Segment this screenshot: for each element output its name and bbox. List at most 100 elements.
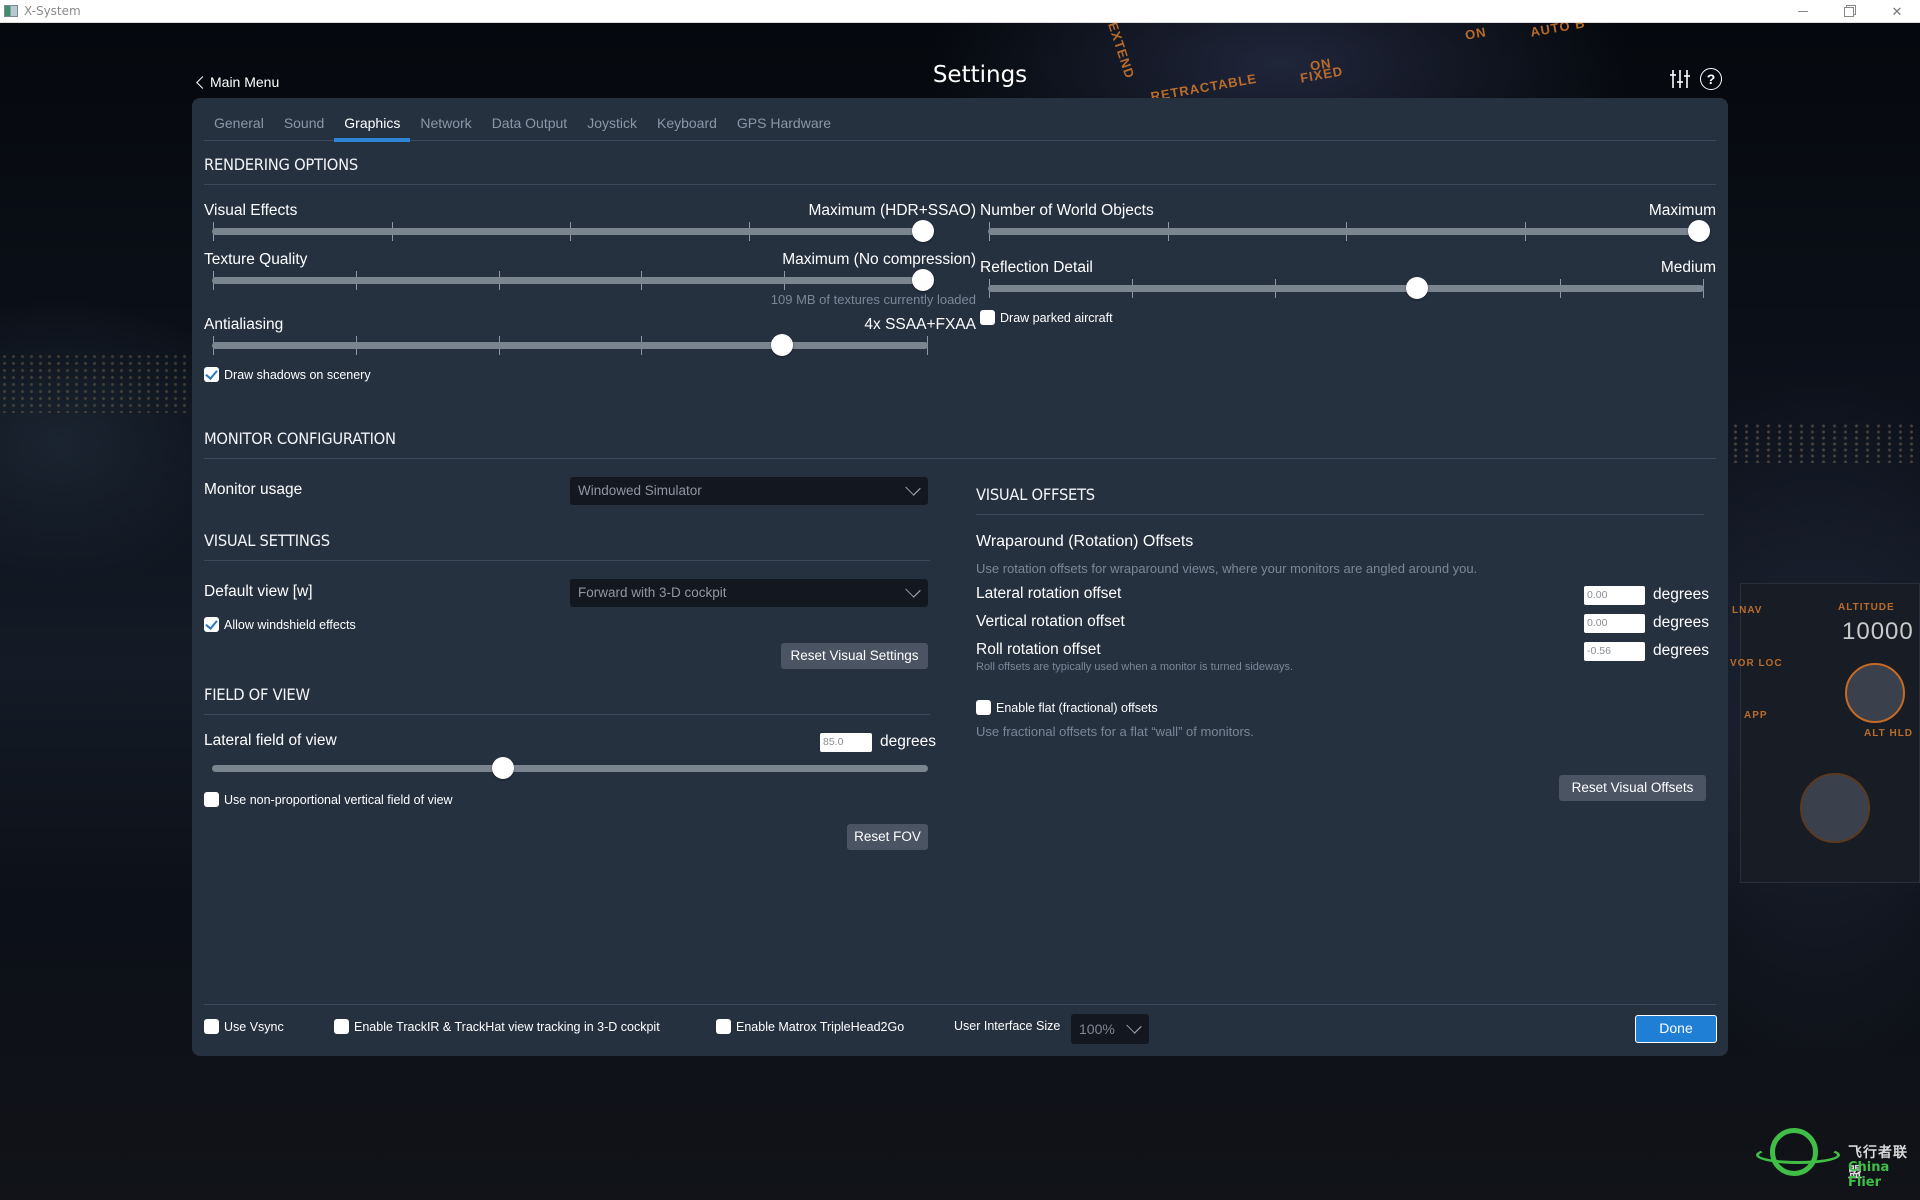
- bg-knob: [1800, 773, 1870, 843]
- texture-memory-note: 109 MB of textures currently loaded: [770, 292, 976, 307]
- slider-track[interactable]: [212, 228, 928, 235]
- watermark-en-text: China Flier: [1848, 1160, 1890, 1190]
- trackir-checkbox[interactable]: Enable TrackIR & TrackHat view tracking …: [334, 1019, 660, 1034]
- checkbox-box[interactable]: [980, 310, 995, 325]
- minimize-button[interactable]: [1780, 0, 1826, 23]
- back-label: Main Menu: [210, 74, 280, 90]
- draw-parked-aircraft-checkbox[interactable]: Draw parked aircraft: [980, 310, 1113, 325]
- degrees-unit: degrees: [1653, 586, 1710, 603]
- checkbox-label: Allow windshield effects: [224, 617, 356, 632]
- tab-data-output[interactable]: Data Output: [482, 98, 578, 141]
- section-divider: [976, 514, 1704, 515]
- tab-network[interactable]: Network: [410, 98, 481, 141]
- world-objects-slider[interactable]: [988, 220, 1710, 242]
- slider-knob[interactable]: [491, 757, 514, 779]
- draw-shadows-checkbox[interactable]: Draw shadows on scenery: [204, 367, 371, 382]
- chevron-down-icon: [905, 582, 921, 598]
- city-lights-left: [0, 353, 200, 413]
- help-icon[interactable]: ?: [1700, 68, 1722, 90]
- slider-track[interactable]: [212, 277, 928, 284]
- tab-sound[interactable]: Sound: [274, 98, 334, 141]
- bg-label: APP: [1744, 710, 1768, 721]
- default-view-dropdown[interactable]: Forward with 3-D cockpit: [570, 579, 928, 607]
- tab-graphics[interactable]: Graphics: [334, 98, 411, 142]
- checkbox-label: Draw parked aircraft: [1000, 310, 1113, 325]
- checkbox-label: Draw shadows on scenery: [224, 367, 371, 382]
- slider-track[interactable]: [212, 342, 928, 349]
- done-button[interactable]: Done: [1635, 1015, 1717, 1043]
- checkbox-box[interactable]: [204, 1019, 219, 1034]
- tab-gps-hardware[interactable]: GPS Hardware: [727, 98, 841, 141]
- visual-offsets-heading: VISUAL OFFSETS: [976, 485, 1095, 504]
- reset-fov-button[interactable]: Reset FOV: [847, 824, 928, 850]
- windshield-effects-checkbox[interactable]: Allow windshield effects: [204, 617, 356, 632]
- maximize-button[interactable]: [1826, 0, 1872, 23]
- vertical-rotation-input[interactable]: 0.00: [1584, 614, 1645, 633]
- bg-knob: [1845, 663, 1905, 723]
- bg-label: ALT HLD: [1864, 728, 1914, 739]
- sliders-icon[interactable]: [1669, 68, 1691, 90]
- section-divider: [204, 714, 930, 715]
- checkbox-box[interactable]: [204, 367, 219, 382]
- bg-label: ON: [1463, 24, 1488, 43]
- flat-offsets-checkbox[interactable]: Enable flat (fractional) offsets: [976, 700, 1158, 715]
- main-menu-back-button[interactable]: Main Menu: [196, 72, 279, 92]
- checkbox-label: Use Vsync: [224, 1019, 284, 1034]
- checkbox-box[interactable]: [334, 1019, 349, 1034]
- lateral-rotation-input[interactable]: 0.00: [1584, 586, 1645, 605]
- visual-effects-slider[interactable]: [212, 220, 934, 242]
- vsync-checkbox[interactable]: Use Vsync: [204, 1019, 284, 1034]
- close-button[interactable]: ✕: [1874, 0, 1920, 23]
- slider-knob[interactable]: [1688, 220, 1710, 242]
- checkbox-box[interactable]: [976, 700, 991, 715]
- section-divider: [204, 560, 930, 561]
- chevron-down-icon: [905, 480, 921, 496]
- page-title: Settings: [932, 62, 1028, 88]
- degrees-unit: degrees: [880, 733, 937, 750]
- checkbox-box[interactable]: [204, 617, 219, 632]
- chevron-left-icon: [196, 75, 209, 89]
- default-view-label: Default view [w]: [204, 583, 313, 600]
- china-flier-watermark: 飞行者联盟 China Flier: [1756, 1126, 1916, 1190]
- tab-joystick[interactable]: Joystick: [577, 98, 647, 141]
- ui-size-dropdown[interactable]: 100%: [1071, 1014, 1149, 1044]
- checkbox-box[interactable]: [204, 792, 219, 807]
- checkbox-box[interactable]: [716, 1019, 731, 1034]
- bg-label: EXTEND: [1105, 23, 1138, 81]
- visual-effects-value: Maximum (HDR+SSAO): [808, 202, 976, 219]
- lateral-fov-input[interactable]: 85.0: [820, 733, 872, 752]
- reflection-detail-slider[interactable]: [988, 277, 1704, 299]
- texture-quality-value: Maximum (No compression): [782, 251, 976, 268]
- roll-rotation-input[interactable]: -0.56: [1584, 642, 1645, 661]
- slider-knob[interactable]: [912, 220, 934, 242]
- degrees-unit: degrees: [1653, 642, 1710, 659]
- monitor-usage-label: Monitor usage: [204, 481, 303, 498]
- slider-track[interactable]: [988, 228, 1704, 235]
- lateral-rotation-label: Lateral rotation offset: [976, 585, 1122, 602]
- settings-panel: General Sound Graphics Network Data Outp…: [192, 98, 1728, 1056]
- antialiasing-slider[interactable]: [212, 334, 928, 356]
- roll-rotation-label: Roll rotation offset: [976, 641, 1101, 658]
- checkbox-label: Enable TrackIR & TrackHat view tracking …: [354, 1019, 660, 1034]
- slider-track[interactable]: [988, 285, 1704, 292]
- non-proportional-fov-checkbox[interactable]: Use non-proportional vertical field of v…: [204, 792, 453, 807]
- reset-visual-offsets-button[interactable]: Reset Visual Offsets: [1559, 775, 1706, 801]
- antialiasing-value: 4x SSAA+FXAA: [864, 316, 976, 333]
- slider-track[interactable]: [212, 765, 928, 772]
- matrox-checkbox[interactable]: Enable Matrox TripleHead2Go: [716, 1019, 904, 1034]
- degrees-unit: degrees: [1653, 614, 1710, 631]
- slider-knob[interactable]: [912, 269, 934, 291]
- tab-general[interactable]: General: [204, 98, 274, 141]
- texture-quality-slider[interactable]: [212, 269, 934, 291]
- monitor-usage-dropdown[interactable]: Windowed Simulator: [570, 477, 928, 505]
- lateral-fov-slider[interactable]: [212, 757, 928, 779]
- slider-knob[interactable]: [770, 334, 793, 356]
- app-icon: [4, 5, 18, 17]
- reset-visual-settings-button[interactable]: Reset Visual Settings: [781, 643, 928, 669]
- watermark-orbit: [1756, 1146, 1840, 1164]
- antialiasing-label: Antialiasing: [204, 316, 284, 333]
- tab-keyboard[interactable]: Keyboard: [647, 98, 727, 141]
- world-objects-value: Maximum: [1648, 202, 1716, 219]
- dropdown-value: Windowed Simulator: [578, 483, 702, 498]
- slider-knob[interactable]: [1405, 277, 1428, 299]
